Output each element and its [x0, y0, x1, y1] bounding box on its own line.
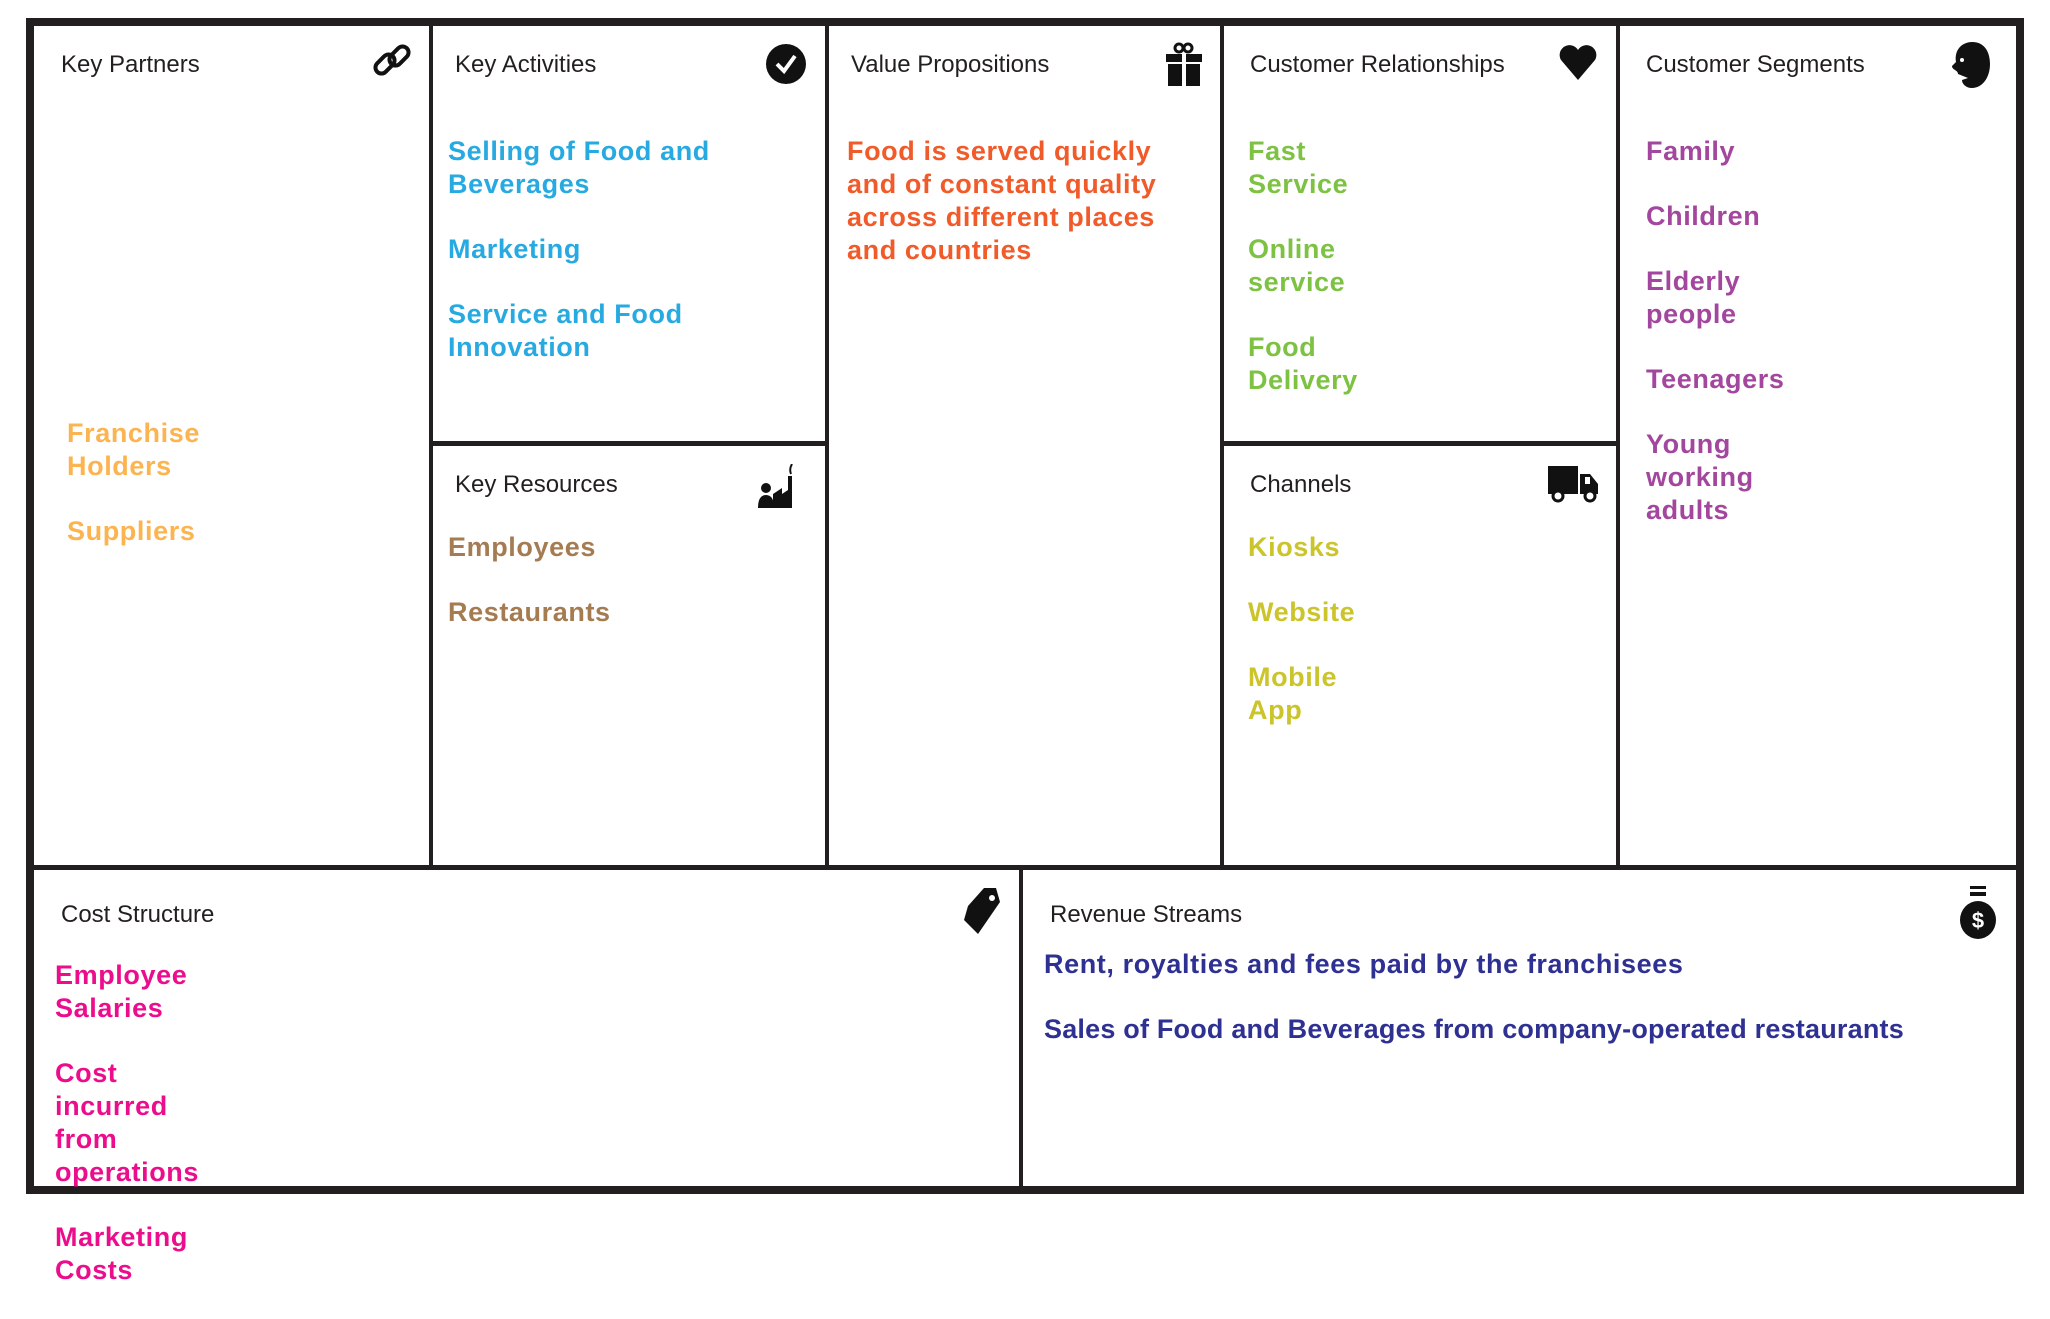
list-item: Marketing Costs [55, 1222, 188, 1285]
divider [825, 26, 829, 869]
cost-structure-title: Cost Structure [61, 901, 215, 928]
divider [1222, 441, 1618, 446]
value-propositions-title: Value Propositions [851, 51, 1050, 78]
key-partners-list: Franchise Holders Suppliers [67, 417, 200, 580]
channels-title: Channels [1250, 471, 1352, 498]
face-icon [1952, 42, 1990, 88]
list-item: Selling of Food and Beverages [448, 136, 710, 199]
list-item: Employees [448, 532, 596, 562]
revenue-streams-title: Revenue Streams [1050, 901, 1243, 928]
list-item: Mobile App [1248, 662, 1338, 725]
list-item: Rent, royalties and fees paid by the fra… [1044, 949, 1684, 979]
list-item: Website [1248, 597, 1356, 627]
cost-structure-list: Employee Salaries Cost incurred from ope… [55, 959, 199, 1319]
divider [1019, 869, 1023, 1186]
money-bag-icon: $ [1960, 886, 1996, 939]
list-item: Franchise Holders [67, 418, 200, 481]
value-propositions-list: Food is served quickly and of constant q… [847, 135, 1207, 299]
svg-text:$: $ [1972, 908, 1984, 933]
list-item: Teenagers [1646, 364, 1785, 394]
list-item: Restaurants [448, 597, 611, 627]
factory-worker-icon [758, 464, 793, 508]
key-resources-title: Key Resources [455, 471, 618, 498]
gift-icon [1166, 42, 1202, 86]
divider [1220, 26, 1224, 869]
list-item: Cost incurred from operations [55, 1058, 200, 1187]
truck-icon [1548, 466, 1598, 503]
channels-list: Kiosks Website Mobile App [1248, 531, 1355, 759]
customer-relationships-title: Customer Relationships [1250, 51, 1505, 78]
divider [1616, 26, 1620, 869]
check-circle-icon [766, 44, 806, 84]
revenue-streams-list: Rent, royalties and fees paid by the fra… [1044, 948, 1904, 1078]
list-item: Family [1646, 136, 1736, 166]
list-item: Young working adults [1646, 429, 1754, 525]
list-item: Fast Service [1248, 136, 1349, 199]
list-item: Marketing [448, 234, 581, 264]
divider [34, 865, 2016, 870]
heart-icon [1559, 45, 1597, 80]
list-item: Food is served quickly and of constant q… [847, 136, 1157, 265]
key-activities-title: Key Activities [455, 51, 597, 78]
list-item: Food Delivery [1248, 332, 1358, 395]
list-item: Online service [1248, 234, 1346, 297]
list-item: Kiosks [1248, 532, 1341, 562]
link-icon [373, 44, 411, 76]
divider [429, 26, 433, 869]
divider [431, 441, 827, 446]
list-item: Sales of Food and Beverages from company… [1044, 1014, 1904, 1044]
key-partners-title: Key Partners [61, 51, 200, 78]
list-item: Elderly people [1646, 266, 1741, 329]
list-item: Children [1646, 201, 1761, 231]
key-resources-list: Employees Restaurants [448, 531, 611, 661]
price-tag-icon [964, 888, 1000, 934]
list-item: Service and Food Innovation [448, 299, 683, 362]
list-item: Employee Salaries [55, 960, 188, 1023]
customer-segments-list: Family Children Elderly people Teenagers… [1646, 135, 1784, 559]
key-activities-list: Selling of Food and Beverages Marketing … [448, 135, 808, 396]
list-item: Suppliers [67, 516, 196, 546]
customer-relationships-list: Fast Service Online service Food Deliver… [1248, 135, 1358, 429]
customer-segments-title: Customer Segments [1646, 51, 1865, 78]
